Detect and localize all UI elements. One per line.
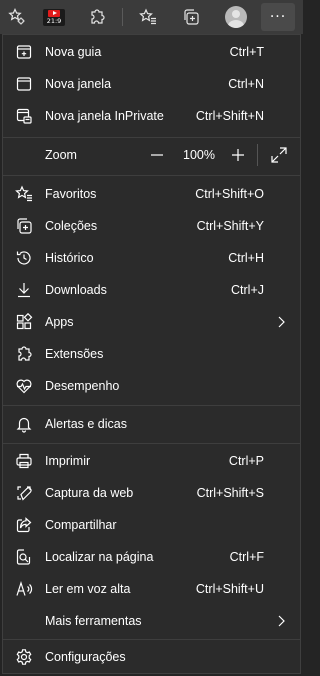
menu-item-shortcut: Ctrl+Shift+U xyxy=(195,582,264,596)
chevron-right-icon xyxy=(274,314,288,330)
menu-item-new-window[interactable]: Nova janela Ctrl+N xyxy=(3,68,300,100)
menu-item-shortcut: Ctrl+H xyxy=(228,251,264,265)
menu-item-performance[interactable]: Desempenho xyxy=(3,370,300,402)
zoom-in-button[interactable] xyxy=(223,139,253,171)
inprivate-icon xyxy=(15,107,33,125)
menu-item-label: Ler em voz alta xyxy=(45,582,131,596)
collections-icon xyxy=(15,217,33,235)
menu-item-zoom: Zoom 100% xyxy=(3,139,300,171)
plus-icon xyxy=(232,149,244,161)
settings-star-icon[interactable] xyxy=(0,0,34,34)
zoom-out-button[interactable] xyxy=(142,139,172,171)
zoom-label: Zoom xyxy=(45,148,77,162)
menu-item-shortcut: Ctrl+J xyxy=(231,283,264,297)
performance-icon xyxy=(15,377,33,395)
menu-item-share[interactable]: Compartilhar xyxy=(3,509,300,541)
menu-item-web-capture[interactable]: Captura da web Ctrl+Shift+S xyxy=(3,477,300,509)
menu-item-shortcut: Ctrl+F xyxy=(229,550,264,564)
more-icon: ··· xyxy=(269,9,287,25)
menu-item-settings[interactable]: Configurações xyxy=(3,641,300,673)
read-aloud-icon xyxy=(15,580,33,598)
browser-toolbar: 21:9 ··· xyxy=(0,0,303,34)
menu-item-shortcut: Ctrl+Shift+N xyxy=(195,109,264,123)
menu-item-label: Captura da web xyxy=(45,486,134,500)
menu-item-label: Downloads xyxy=(45,283,107,297)
share-icon xyxy=(15,516,33,534)
more-button[interactable]: ··· xyxy=(261,3,295,31)
fullscreen-icon[interactable] xyxy=(269,145,289,165)
gear-icon xyxy=(15,648,33,666)
menu-item-new-inprivate[interactable]: Nova janela InPrivate Ctrl+Shift+N xyxy=(3,100,300,132)
menu-item-read-aloud[interactable]: Ler em voz alta Ctrl+Shift+U xyxy=(3,573,300,605)
favorites-icon[interactable] xyxy=(131,0,165,34)
extensions-icon xyxy=(15,345,33,363)
menu-item-label: Histórico xyxy=(45,251,94,265)
menu-separator xyxy=(3,175,300,176)
history-icon xyxy=(15,249,33,267)
favorites-icon xyxy=(15,185,33,203)
menu-item-new-tab[interactable]: Nova guia Ctrl+T xyxy=(3,36,300,68)
menu-item-label: Configurações xyxy=(45,650,126,664)
menu-item-label: Apps xyxy=(45,315,74,329)
web-capture-icon xyxy=(15,484,33,502)
menu-item-shortcut: Ctrl+Shift+S xyxy=(196,486,264,500)
menu-item-label: Compartilhar xyxy=(45,518,117,532)
menu-item-label: Coleções xyxy=(45,219,98,233)
chevron-right-icon xyxy=(274,613,288,629)
download-icon xyxy=(15,281,33,299)
settings-menu: Nova guia Ctrl+T Nova janela Ctrl+N Nova… xyxy=(2,34,301,674)
menu-item-downloads[interactable]: Downloads Ctrl+J xyxy=(3,274,300,306)
printer-icon xyxy=(15,452,33,470)
menu-item-label: Mais ferramentas xyxy=(45,614,142,628)
extensions-icon[interactable] xyxy=(80,0,114,34)
menu-item-shortcut: Ctrl+P xyxy=(228,454,264,468)
menu-item-apps[interactable]: Apps xyxy=(3,306,300,338)
menu-item-label: Nova janela InPrivate xyxy=(45,109,164,123)
youtube-extension-icon: 21:9 xyxy=(43,8,65,26)
profile-avatar-icon xyxy=(225,6,247,28)
menu-separator xyxy=(3,443,300,444)
menu-item-find[interactable]: Localizar na página Ctrl+F xyxy=(3,541,300,573)
menu-item-shortcut: Ctrl+T xyxy=(229,45,264,59)
menu-separator xyxy=(3,405,300,406)
menu-separator xyxy=(3,639,300,640)
menu-item-favorites[interactable]: Favoritos Ctrl+Shift+O xyxy=(3,178,300,210)
collections-icon[interactable] xyxy=(174,0,208,34)
toolbar-divider xyxy=(122,8,123,26)
youtube-extension-button[interactable]: 21:9 xyxy=(37,0,71,34)
menu-item-print[interactable]: Imprimir Ctrl+P xyxy=(3,445,300,477)
minus-icon xyxy=(151,154,163,156)
menu-item-label: Favoritos xyxy=(45,187,97,201)
menu-item-label: Desempenho xyxy=(45,379,120,393)
menu-separator xyxy=(3,137,300,138)
menu-item-label: Nova janela xyxy=(45,77,112,91)
new-window-icon xyxy=(15,75,33,93)
menu-item-more-tools[interactable]: Mais ferramentas xyxy=(3,605,300,637)
menu-item-alerts[interactable]: Alertas e dicas xyxy=(3,408,300,440)
bell-icon xyxy=(15,415,33,433)
new-tab-icon xyxy=(15,43,33,61)
menu-item-history[interactable]: Histórico Ctrl+H xyxy=(3,242,300,274)
extension-badge-text: 21:9 xyxy=(46,16,62,25)
menu-item-extensions[interactable]: Extensões xyxy=(3,338,300,370)
menu-item-shortcut: Ctrl+Shift+Y xyxy=(196,219,264,233)
menu-item-label: Nova guia xyxy=(45,45,102,59)
menu-item-shortcut: Ctrl+N xyxy=(228,77,264,91)
menu-item-label: Extensões xyxy=(45,347,104,361)
menu-item-label: Localizar na página xyxy=(45,550,154,564)
menu-item-shortcut: Ctrl+Shift+O xyxy=(195,187,264,201)
apps-icon xyxy=(15,313,33,331)
profile-button[interactable] xyxy=(219,0,253,34)
menu-item-label: Alertas e dicas xyxy=(45,417,127,431)
menu-item-label: Imprimir xyxy=(45,454,91,468)
zoom-divider xyxy=(257,144,258,166)
menu-item-collections[interactable]: Coleções Ctrl+Shift+Y xyxy=(3,210,300,242)
zoom-value: 100% xyxy=(183,148,215,162)
find-icon xyxy=(15,548,33,566)
